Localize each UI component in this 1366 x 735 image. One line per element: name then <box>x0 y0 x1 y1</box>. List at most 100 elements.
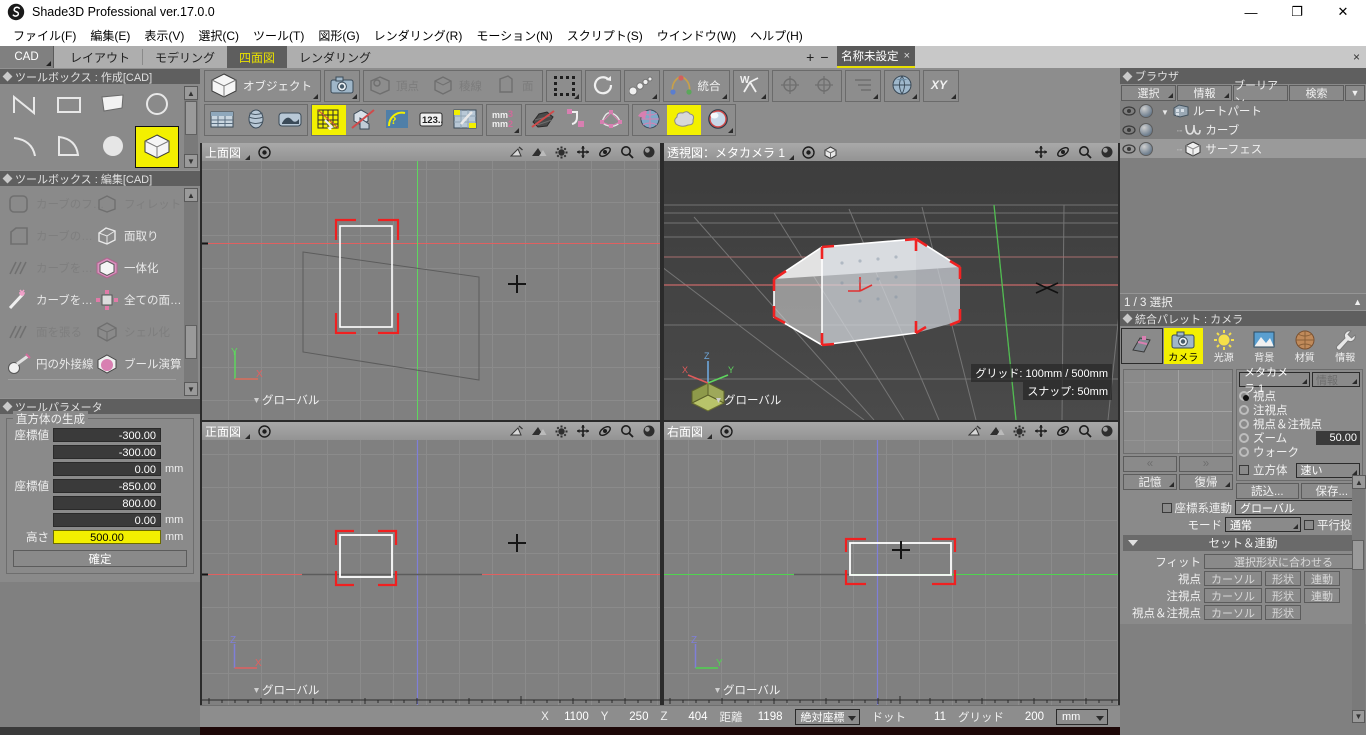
zoom-value-field[interactable]: 50.00 <box>1316 431 1360 445</box>
wireframe-icon[interactable] <box>509 423 525 439</box>
menu-item-2[interactable]: 表示(V) <box>137 25 191 46</box>
orbit-icon[interactable] <box>597 423 613 439</box>
no-texture-button[interactable] <box>526 105 560 135</box>
browser-menu-arrow-icon[interactable]: ▼ <box>1345 85 1365 101</box>
palette-tab-1[interactable]: カメラ <box>1163 328 1203 364</box>
load-button[interactable]: 読込... <box>1236 483 1299 499</box>
scroll-down-icon[interactable]: ▼ <box>184 382 198 396</box>
view-tab-3[interactable]: レンダリング <box>287 46 383 68</box>
set-link-button-3-1[interactable]: 形状 <box>1265 605 1301 620</box>
collapse-diamond-icon[interactable] <box>1122 313 1133 324</box>
grid-setting-button[interactable] <box>448 105 482 135</box>
browser-button-0[interactable]: 選択 <box>1121 85 1176 101</box>
expand-triangle-icon[interactable] <box>1128 540 1138 546</box>
cad-mode-button[interactable]: CAD <box>0 46 54 68</box>
scroll-up-icon[interactable]: ▲ <box>184 188 198 202</box>
rotate-button[interactable] <box>586 71 620 101</box>
right-view-canvas[interactable]: Z Y グローバル <box>664 440 1118 705</box>
parallel-projection-checkbox[interactable] <box>1304 519 1314 530</box>
collapse-up-icon[interactable]: ▲ <box>1353 297 1366 307</box>
shading-icon[interactable] <box>531 423 547 439</box>
add-tab-button[interactable]: + <box>806 49 814 65</box>
param-input-0-2[interactable]: 0.00 <box>53 461 161 476</box>
view-sphere-icon[interactable] <box>1099 144 1115 160</box>
wireframe-icon[interactable] <box>509 144 525 160</box>
palette-tab-5[interactable]: 情報 <box>1326 328 1366 364</box>
param-input-0-0[interactable]: -300.00 <box>53 427 161 442</box>
shade-button[interactable] <box>273 105 307 135</box>
radio-dot-icon[interactable] <box>1239 447 1249 457</box>
render-toggle-icon[interactable] <box>1139 141 1153 156</box>
viewport-top-view[interactable]: 上面図 Y X グローバル <box>202 143 660 420</box>
confirm-button[interactable]: 確定 <box>13 550 187 567</box>
radio-dot-icon[interactable] <box>1239 391 1249 401</box>
circle-tool[interactable] <box>136 85 178 125</box>
view-tab-0[interactable]: レイアウト <box>58 46 142 68</box>
tree-item-1[interactable]: ┈ カーブ <box>1120 120 1366 139</box>
top-view-canvas[interactable]: Y X グローバル <box>202 161 660 420</box>
close-button[interactable]: ✕ <box>1320 0 1366 24</box>
palette-scroll-up-icon[interactable]: ▲ <box>1352 475 1366 489</box>
speed-select[interactable]: 速い <box>1295 462 1360 478</box>
maximize-button[interactable]: ❐ <box>1274 0 1320 24</box>
palette-tab-0[interactable] <box>1121 328 1163 364</box>
palette-scroll-down-icon[interactable]: ▼ <box>1352 710 1365 723</box>
marquee-select-button[interactable] <box>547 71 581 101</box>
memory-button[interactable]: 記憶 <box>1123 474 1177 490</box>
coil-button[interactable] <box>239 105 273 135</box>
view-tab-1[interactable]: モデリング <box>143 46 227 68</box>
minimize-button[interactable]: — <box>1228 0 1274 24</box>
arc-tool[interactable] <box>4 127 46 167</box>
coord-link-checkbox[interactable] <box>1161 502 1172 513</box>
panel-close-icon[interactable]: × <box>1353 50 1360 64</box>
param-input-1-2[interactable]: 0.00 <box>53 512 161 527</box>
camera-button[interactable] <box>325 71 359 101</box>
coord-mode-select[interactable]: 絶対座標 <box>794 708 860 725</box>
edit-tool-2-1[interactable]: 一体化 <box>94 256 182 280</box>
set-link-button-2-0[interactable]: カーソル <box>1204 588 1262 603</box>
toolbox-edit-header[interactable]: ツールボックス : 編集[CAD] <box>0 170 200 186</box>
angle-snap-button[interactable]: ? <box>380 105 414 135</box>
edit-tool-1-1[interactable]: 面取り <box>94 224 182 248</box>
browser-button-1[interactable]: 情報 <box>1177 85 1232 101</box>
palette-tab-4[interactable]: 材質 <box>1285 328 1325 364</box>
edit-tool-5-0[interactable]: 円の外接線 <box>6 352 94 376</box>
pan-icon[interactable] <box>575 144 591 160</box>
eye-icon[interactable] <box>1122 142 1136 156</box>
camera-preview-grid[interactable] <box>1123 369 1233 454</box>
shading-icon[interactable] <box>989 423 1005 439</box>
zoom-icon[interactable] <box>1077 423 1093 439</box>
wireframe-icon[interactable] <box>967 423 983 439</box>
set-link-button-1-2[interactable]: 連動 <box>1304 571 1340 586</box>
browser-button-3[interactable]: 検索 <box>1289 85 1344 101</box>
document-tab-close-icon[interactable]: × <box>904 50 910 62</box>
scroll-down-icon[interactable]: ▼ <box>184 154 198 168</box>
unit-select[interactable]: mm <box>1056 708 1108 725</box>
param-input-0-1[interactable]: -300.00 <box>53 444 161 459</box>
orbit-icon[interactable] <box>1055 144 1071 160</box>
perspective-view-title[interactable]: 透視図：メタカメラ 1 <box>667 144 795 161</box>
polygon-tool[interactable] <box>92 85 134 125</box>
perspective-view-canvas[interactable]: Z X Y グローバル グリッド: 100mm / 500mm スナップ: 50… <box>664 161 1118 420</box>
snap-grid-button[interactable] <box>312 105 346 135</box>
fan-tool[interactable] <box>48 127 90 167</box>
top-view-title[interactable]: 上面図 <box>205 144 251 161</box>
zoom-icon[interactable] <box>619 144 635 160</box>
scroll-thumb[interactable] <box>185 101 197 135</box>
right-view-title[interactable]: 右面図 <box>667 423 713 440</box>
camera-info-button[interactable]: 情報 <box>1312 372 1360 387</box>
param-input-1-0[interactable]: -850.00 <box>53 478 161 493</box>
xy-plane-button[interactable]: XY <box>924 71 958 101</box>
front-view-coord-label[interactable]: グローバル <box>262 682 319 698</box>
gear-icon[interactable] <box>553 144 569 160</box>
expand-triangle-icon[interactable]: ▼ <box>1161 104 1169 118</box>
menu-item-5[interactable]: 図形(G) <box>311 25 366 46</box>
viewport-right-view[interactable]: 右面図 Z Y グローバル <box>664 422 1118 705</box>
edit-scrollbar[interactable]: ▲ ▼ <box>184 188 198 396</box>
camera-prev-button[interactable]: « <box>1123 456 1177 472</box>
camera-mode-1[interactable]: 注視点 <box>1239 403 1360 417</box>
zoom-icon[interactable] <box>619 423 635 439</box>
cube-checkbox[interactable] <box>1239 465 1249 475</box>
palette-tab-3[interactable]: 背景 <box>1245 328 1285 364</box>
collapse-diamond-icon[interactable] <box>1122 71 1133 81</box>
